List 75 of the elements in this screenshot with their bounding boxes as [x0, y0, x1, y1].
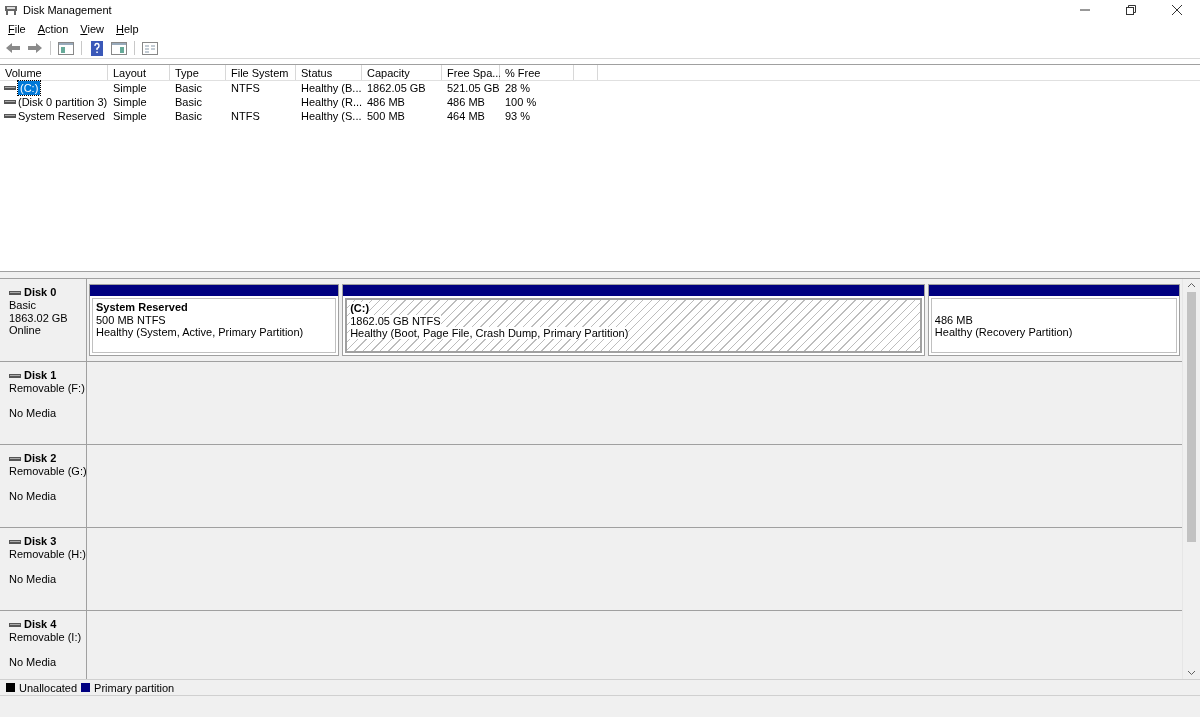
table-cell: Basic [175, 110, 202, 122]
scroll-down-icon[interactable] [1187, 670, 1196, 676]
partition-size: 500 MB NTFS [96, 313, 166, 326]
app-icon [4, 4, 18, 16]
table-cell: NTFS [231, 82, 260, 94]
action-pane-icon[interactable] [109, 39, 129, 57]
partition-status: Healthy (Boot, Page File, Crash Dump, Primary Partition) [350, 327, 629, 339]
table-cell: Healthy (R... [301, 96, 363, 108]
disk-info: Removable (G:) [9, 465, 87, 477]
console-tree-icon[interactable] [56, 39, 76, 57]
table-cell: 1862.05 GB [367, 82, 426, 94]
disk-name: Disk 2 [24, 452, 57, 465]
disk-media-status: No Media [9, 573, 57, 585]
disk-name: Disk 3 [24, 535, 57, 548]
table-cell: 486 MB [447, 96, 485, 108]
disk-name: Disk 0 [24, 286, 57, 299]
partition-status: Healthy (Recovery Partition) [934, 326, 1073, 338]
partition-size: 1862.05 GB NTFS [350, 314, 441, 327]
disk-icon [4, 113, 16, 119]
table-cell: 486 MB [367, 96, 405, 108]
disk-icon [9, 455, 21, 462]
table-cell: 93 % [505, 110, 531, 122]
partition-size: 486 MB [934, 313, 973, 326]
table-cell: Healthy (B... [301, 82, 362, 94]
column-header[interactable]: % Free [500, 65, 574, 80]
table-cell: Basic [175, 96, 202, 108]
partition-block[interactable]: 486 MB Healthy (Recovery Partition) [927, 284, 1180, 356]
table-cell: 100 % [505, 96, 537, 108]
disk-icon [4, 85, 16, 91]
legend-label: Primary partition [94, 681, 175, 694]
scrollbar-thumb[interactable] [1187, 292, 1196, 542]
disk-info: Removable (I:) [9, 631, 82, 643]
table-cell: Basic [175, 82, 202, 94]
disk-info: Online [9, 324, 41, 336]
menu-item[interactable]: View [74, 23, 110, 35]
menu-item[interactable]: File [2, 23, 32, 35]
disk-media-status: No Media [9, 490, 57, 502]
menu-item[interactable]: Help [110, 23, 145, 35]
table-cell: 500 MB [367, 110, 405, 122]
menu-item[interactable]: Action [31, 23, 75, 35]
table-cell: 521.05 GB [447, 82, 500, 94]
disk-icon [4, 99, 16, 105]
disk-info: 1863.02 GB [9, 311, 68, 324]
disk-info: Removable (F:) [9, 382, 85, 394]
table-cell: Simple [113, 82, 147, 94]
partition-name: (C:) [350, 302, 370, 315]
properties-icon[interactable] [140, 39, 160, 57]
window-title: Disk Management [23, 4, 113, 16]
disk-icon [9, 289, 21, 296]
disk-icon [9, 538, 21, 545]
drive-entry[interactable]: (Disk 0 partition 3) [18, 95, 108, 109]
table-cell: 28 % [505, 82, 531, 94]
disk-name: Disk 1 [24, 369, 57, 382]
partition-status: Healthy (System, Active, Primary Partition) [96, 326, 304, 338]
table-cell: Healthy (S... [301, 110, 362, 122]
drive-entry[interactable]: System Reserved [18, 109, 105, 123]
scroll-up-icon[interactable] [1187, 282, 1196, 288]
drive-entry[interactable]: (C:) [18, 81, 41, 95]
disk-media-status: No Media [9, 656, 57, 668]
partition-name: System Reserved [96, 301, 188, 314]
disk-name: Disk 4 [24, 618, 57, 631]
restore-icon[interactable] [1126, 5, 1136, 15]
legend-label: Unallocated [19, 681, 78, 694]
partition-block[interactable]: (C:) 1862.05 GB NTFS Healthy (Boot, Page File, Crash Dump, Primary Partition) [342, 284, 925, 356]
disk-info: Basic [9, 299, 36, 311]
table-cell: NTFS [231, 110, 260, 122]
partition-block[interactable]: System Reserved 500 MB NTFS Healthy (System, Active, Primary Partition) [89, 284, 340, 356]
table-cell: 464 MB [447, 110, 485, 122]
disk-icon [9, 372, 21, 379]
disk-media-status: No Media [9, 407, 57, 419]
disk-icon [9, 621, 21, 628]
table-cell: Simple [113, 96, 147, 108]
disk-info: Removable (H:) [9, 548, 87, 560]
table-cell: Simple [113, 110, 147, 122]
close-icon[interactable] [1172, 5, 1182, 15]
